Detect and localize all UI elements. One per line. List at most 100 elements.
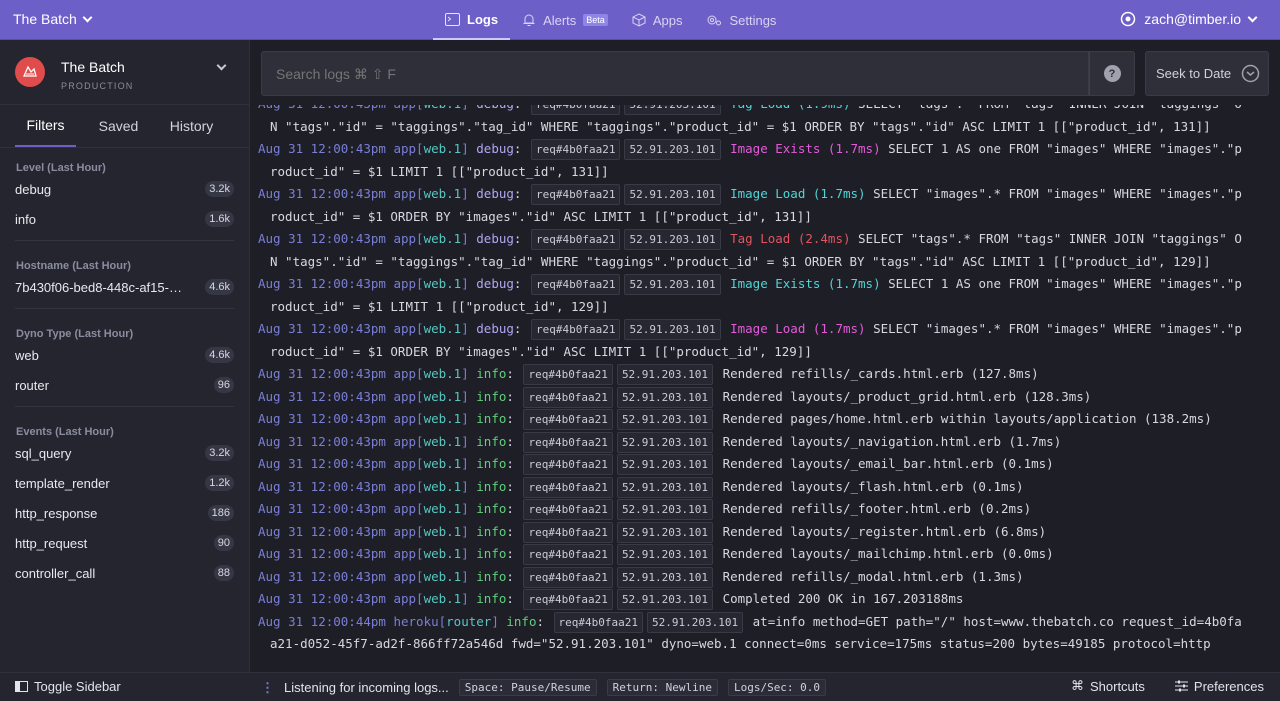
facet-list: Level (Last Hour) debug 3.2k info 1.6k Hostna… [0, 148, 249, 588]
log-line[interactable]: Aug 31 12:00:43pm app[web.1] debug: req#… [250, 138, 1280, 183]
log-dyno: web.1 [423, 186, 462, 201]
request-id-tag: req#4b0faa21 [530, 105, 621, 115]
request-id-tag: req#4b0faa21 [523, 409, 613, 430]
log-timestamp: Aug 31 12:00:43pm [258, 478, 386, 494]
log-source: app[web.1] [393, 433, 469, 449]
log-line[interactable]: Aug 31 12:00:43pm app[web.1] debug: req#… [250, 228, 1280, 273]
log-source: heroku[router] [393, 613, 499, 629]
log-line[interactable]: Aug 31 12:00:43pm app[web.1] info: req#4… [250, 386, 1280, 409]
tab-logs-label: Logs [467, 11, 499, 27]
org-switcher[interactable]: The Batch PRODUCTION [0, 40, 249, 105]
log-dyno: web.1 [424, 105, 462, 111]
facet-title: Level (Last Hour) [16, 162, 106, 174]
log-message: SELECT 1 AS one FROM "images" WHERE "ima… [888, 141, 1242, 156]
log-timestamp: Aug 31 12:00:43pm [258, 388, 386, 404]
facet-row[interactable]: info 1.6k [15, 204, 234, 234]
tab-apps[interactable]: Apps [620, 0, 695, 40]
facet-count: 88 [213, 565, 234, 581]
hint-pause: Space: Pause/Resume [458, 679, 597, 696]
status-text: Listening for incoming logs... [284, 680, 449, 695]
facet-title: Events (Last Hour) [16, 426, 114, 438]
facet-count: 4.6k [205, 347, 234, 363]
tab-logs[interactable]: Logs [433, 0, 511, 40]
log-level: debug [476, 276, 514, 291]
log-line[interactable]: Aug 31 12:00:43pm app[web.1] info: req#4… [250, 431, 1280, 454]
toggle-sidebar-button[interactable]: Toggle Sidebar [15, 679, 121, 694]
request-id-tag: req#4b0faa21 [523, 364, 613, 385]
tab-history[interactable]: History [161, 105, 222, 147]
log-timestamp: Aug 31 12:00:43pm [258, 105, 386, 111]
tab-saved[interactable]: Saved [88, 105, 149, 147]
facet-row[interactable]: debug 3.2k [15, 174, 234, 204]
hint-newline: Return: Newline [606, 679, 718, 696]
log-line[interactable]: Aug 31 12:00:43pm app[web.1] debug: req#… [250, 273, 1280, 318]
log-source: app[web.1] [393, 478, 469, 494]
log-source-name: app [393, 388, 417, 404]
tab-alerts[interactable]: Alerts Beta [510, 0, 620, 40]
log-source-name: app [393, 366, 417, 381]
log-event-tag: Tag Load (1.9ms) [730, 105, 850, 111]
log-line[interactable]: Aug 31 12:00:43pm app[web.1] debug: req#… [250, 318, 1280, 363]
user-menu[interactable]: zach@timber.io [1120, 11, 1258, 27]
facet-row[interactable]: template_render 1.2k [15, 468, 234, 498]
log-source-name: app [393, 276, 417, 291]
log-dyno: web.1 [423, 321, 462, 336]
log-level: info [476, 523, 507, 539]
ip-tag: 52.91.203.101 [616, 386, 714, 408]
log-line[interactable]: Aug 31 12:00:43pm app[web.1] info: req#4… [250, 566, 1280, 589]
log-line[interactable]: Aug 31 12:00:43pm app[web.1] info: req#4… [250, 476, 1280, 499]
ip-tag: 52.91.203.101 [616, 566, 714, 588]
chevron-down-icon [1247, 12, 1258, 22]
facet-label: controller_call [15, 565, 96, 581]
seek-to-date-button[interactable]: Seek to Date [1145, 51, 1269, 96]
log-message-continued: roduct_id" = $1 ORDER BY "images"."id" A… [270, 208, 812, 224]
bell-icon [523, 14, 535, 26]
log-stream[interactable]: Aug 31 12:00:43pm app[web.1] debug: req#… [250, 105, 1280, 672]
log-dyno: web.1 [423, 433, 462, 449]
log-line[interactable]: Aug 31 12:00:43pm app[web.1] info: req#4… [250, 408, 1280, 431]
log-message: at=info method=GET path="/" host=www.the… [752, 613, 1242, 629]
facet-row[interactable]: sql_query 3.2k [15, 438, 234, 468]
help-button[interactable]: ? [1089, 51, 1135, 96]
log-level: info [476, 546, 507, 561]
facet-row[interactable]: http_response 186 [15, 498, 234, 528]
log-level: info [476, 388, 507, 404]
log-line[interactable]: Aug 31 12:00:43pm app[web.1] info: req#4… [250, 453, 1280, 476]
facet-row[interactable]: controller_call 88 [15, 558, 234, 588]
log-line[interactable]: Aug 31 12:00:43pm app[web.1] info: req#4… [250, 588, 1280, 611]
log-timestamp: Aug 31 12:00:43pm [258, 141, 386, 156]
log-line[interactable]: Aug 31 12:00:43pm app[web.1] debug: req#… [250, 105, 1280, 138]
divider [15, 240, 234, 250]
log-message: Rendered layouts/_navigation.html.erb (1… [722, 433, 1062, 449]
facet-row[interactable]: http_request 90 [15, 528, 234, 558]
request-id-tag: req#4b0faa21 [523, 589, 613, 610]
log-message: SELECT "images".* FROM "images" WHERE "i… [873, 321, 1242, 336]
log-line[interactable]: Aug 31 12:00:44pm heroku[router] info: r… [250, 611, 1280, 656]
log-source: app[web.1] [393, 321, 469, 336]
log-line[interactable]: Aug 31 12:00:43pm app[web.1] info: req#4… [250, 521, 1280, 544]
log-message: Rendered layouts/_mailchimp.html.erb (0.… [722, 546, 1054, 561]
request-id-tag: req#4b0faa21 [530, 319, 621, 340]
ip-tag: 52.91.203.101 [624, 139, 721, 160]
log-message-continued: roduct_id" = $1 ORDER BY "images"."id" A… [270, 343, 812, 359]
log-line[interactable]: Aug 31 12:00:43pm app[web.1] info: req#4… [250, 363, 1280, 386]
listening-status: ⋮ Listening for incoming logs... Space: … [261, 679, 827, 696]
facet-row[interactable]: router 96 [15, 370, 234, 400]
ip-tag: 52.91.203.101 [624, 319, 721, 340]
facet-row[interactable]: web 4.6k [15, 340, 234, 370]
shortcuts-button[interactable]: ⌘ Shortcuts [1071, 678, 1145, 694]
log-source: app[web.1] [393, 501, 469, 516]
divider [15, 308, 234, 318]
log-line[interactable]: Aug 31 12:00:43pm app[web.1] debug: req#… [250, 183, 1280, 228]
ip-tag: 52.91.203.101 [616, 499, 714, 520]
tab-settings[interactable]: Settings [694, 0, 788, 40]
log-event-tag: Image Load (1.7ms) [730, 321, 866, 336]
log-dyno: web.1 [423, 411, 462, 426]
preferences-button[interactable]: Preferences [1174, 678, 1264, 694]
tab-filters[interactable]: Filters [15, 105, 76, 147]
app-switcher[interactable]: The Batch [13, 11, 93, 27]
search-input[interactable] [261, 51, 1089, 96]
facet-row[interactable]: 7b430f06-bed8-448c-af15-… 4.6k [15, 272, 234, 302]
log-line[interactable]: Aug 31 12:00:43pm app[web.1] info: req#4… [250, 543, 1280, 566]
log-line[interactable]: Aug 31 12:00:43pm app[web.1] info: req#4… [250, 498, 1280, 521]
